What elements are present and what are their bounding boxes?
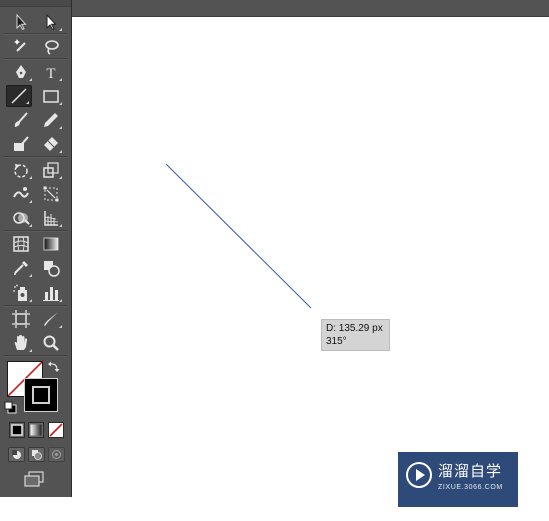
- warp-tool[interactable]: [8, 183, 34, 205]
- pen-tool[interactable]: [8, 61, 34, 83]
- rectangle-icon: [43, 90, 59, 103]
- symbol-sprayer-tool[interactable]: [8, 282, 34, 304]
- document-tab-bar: [72, 0, 549, 17]
- hand-tool[interactable]: [8, 332, 34, 354]
- mesh-tool[interactable]: [8, 233, 34, 255]
- pen-icon: [16, 65, 26, 78]
- gradient-icon: [43, 237, 59, 251]
- draw-behind-icon: [32, 450, 42, 460]
- pencil-icon: [44, 113, 58, 127]
- gradient-tool[interactable]: [38, 233, 64, 255]
- rotate-tool[interactable]: [8, 159, 34, 181]
- draw-inside-icon: [52, 450, 61, 459]
- zoom-tool[interactable]: [38, 332, 64, 354]
- perspective-grid-icon: [44, 211, 59, 226]
- draw-normal-icon: [12, 450, 21, 459]
- free-transform-tool[interactable]: [38, 183, 64, 205]
- draw-normal-button[interactable]: [8, 447, 25, 462]
- pencil-tool[interactable]: [38, 109, 64, 131]
- shape-builder-tool[interactable]: [8, 207, 34, 229]
- scale-tool[interactable]: [38, 159, 64, 181]
- watermark-logo: 溜溜自学 ZIXUE.3066.COM: [398, 452, 518, 507]
- free-transform-icon: [43, 186, 59, 202]
- tooltip-distance: D: 135.29 px: [326, 323, 383, 334]
- zoom-icon: [43, 335, 59, 351]
- perspective-grid-tool[interactable]: [38, 207, 64, 229]
- rotate-icon: [14, 164, 28, 178]
- eyedropper-tool[interactable]: [8, 257, 34, 279]
- svg-text:T: T: [46, 66, 55, 82]
- eraser-tool[interactable]: [38, 133, 64, 155]
- none-icon: [49, 423, 63, 437]
- line-segment-tool[interactable]: [6, 85, 32, 107]
- watermark-title: 溜溜自学: [438, 462, 503, 480]
- gradient-swatch-icon: [30, 424, 42, 436]
- warp-icon: [13, 187, 29, 198]
- lasso-icon: [45, 40, 59, 55]
- color-icon: [11, 424, 23, 436]
- watermark-subtitle: ZIXUE.3066.COM: [438, 484, 503, 491]
- measurement-tooltip: D: 135.29 px 315°: [321, 319, 390, 351]
- arrow-icon: [16, 13, 27, 31]
- play-circle-icon: [406, 462, 432, 488]
- blend-icon: [44, 261, 60, 277]
- draw-inside-button[interactable]: [48, 447, 65, 462]
- column-graph-icon: [43, 287, 59, 301]
- mesh-icon: [13, 236, 29, 252]
- blob-brush-icon: [14, 136, 29, 151]
- blob-brush-tool[interactable]: [8, 133, 34, 155]
- tooltip-angle: 315°: [326, 336, 347, 347]
- panel-grip[interactable]: [0, 0, 71, 7]
- stroke-swatch-inner: [32, 386, 50, 404]
- lasso-tool[interactable]: [38, 36, 64, 58]
- type-icon: T: [46, 66, 55, 82]
- canvas-margin: [0, 497, 72, 521]
- default-fill-stroke-icon[interactable]: [4, 401, 18, 415]
- tools-panel: T: [0, 0, 72, 497]
- hollow-arrow-icon: [46, 13, 57, 31]
- stroke-color-swatch[interactable]: [24, 378, 58, 412]
- artboard-icon: [12, 310, 30, 328]
- direct-selection-tool[interactable]: [38, 11, 64, 33]
- change-screen-mode-icon[interactable]: [21, 470, 47, 490]
- type-tool[interactable]: T: [38, 61, 64, 83]
- color-mode-button[interactable]: [9, 422, 25, 438]
- hand-icon: [14, 335, 28, 350]
- paintbrush-tool[interactable]: [8, 109, 34, 131]
- draw-behind-button[interactable]: [28, 447, 45, 462]
- rectangle-tool[interactable]: [38, 85, 64, 107]
- swap-fill-stroke-icon[interactable]: [47, 360, 61, 374]
- column-graph-tool[interactable]: [38, 282, 64, 304]
- magic-wand-tool[interactable]: [8, 36, 34, 58]
- eyedropper-icon: [14, 261, 28, 275]
- selection-tool[interactable]: [8, 11, 34, 33]
- symbol-sprayer-icon: [13, 284, 27, 301]
- eraser-icon: [44, 137, 58, 151]
- shape-builder-icon: [13, 212, 30, 225]
- slice-tool[interactable]: [38, 308, 64, 330]
- slice-icon: [44, 312, 58, 326]
- paintbrush-icon: [14, 112, 28, 127]
- scale-icon: [43, 162, 59, 178]
- magic-wand-icon: [14, 39, 26, 52]
- artboard-canvas[interactable]: [72, 17, 549, 521]
- gradient-mode-button[interactable]: [28, 422, 44, 438]
- blend-tool[interactable]: [38, 257, 64, 279]
- none-mode-button[interactable]: [48, 422, 64, 438]
- artboard-tool[interactable]: [8, 308, 34, 330]
